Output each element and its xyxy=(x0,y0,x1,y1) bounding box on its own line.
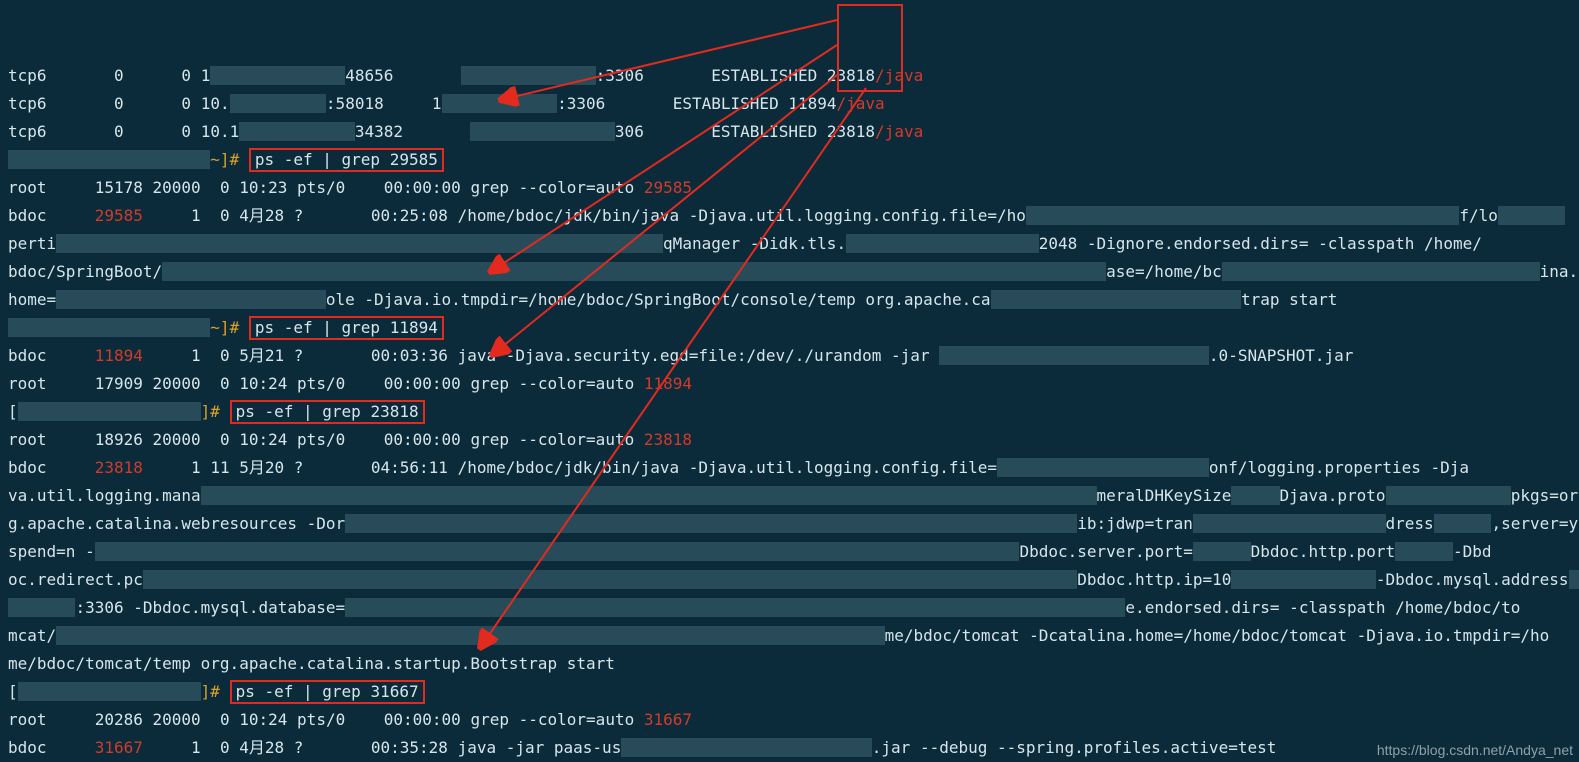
annotation-arrow xyxy=(0,0,1579,762)
watermark-text: https://blog.csdn.net/Andya_net xyxy=(1377,742,1573,758)
terminal-output: tcp6 0 0 1xxxxxxxxxxxxxx48656 xxxxxxxxxx… xyxy=(0,0,1579,762)
